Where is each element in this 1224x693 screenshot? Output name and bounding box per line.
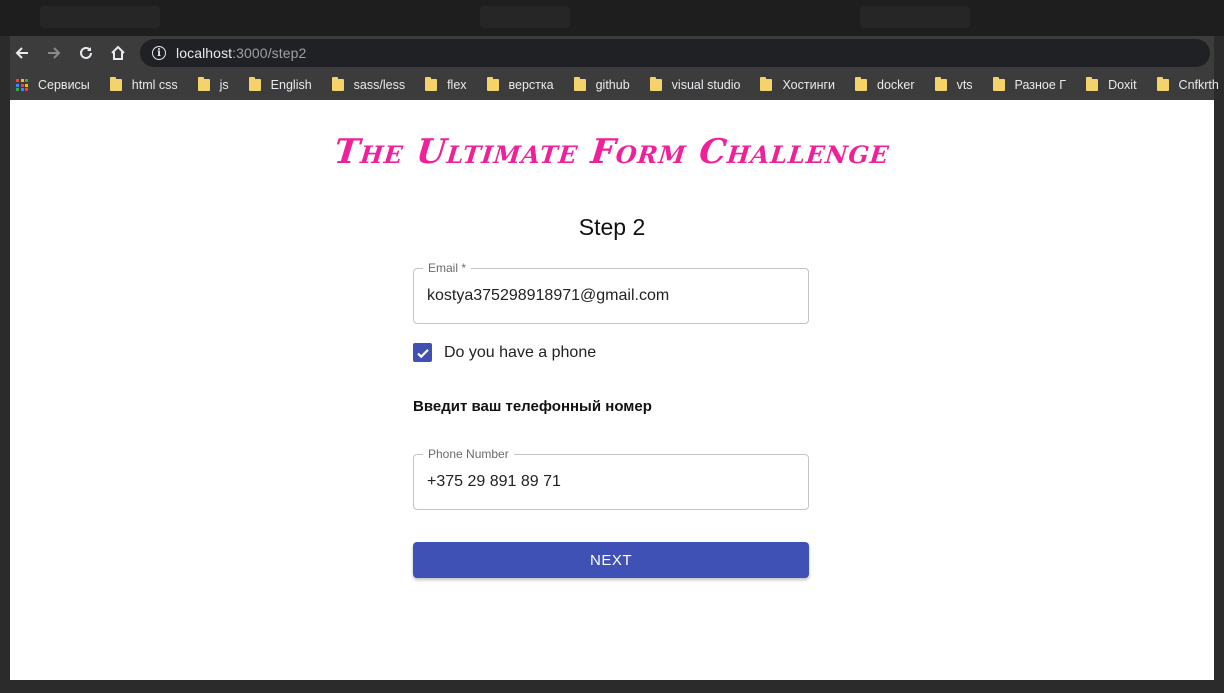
window-bottom-edge bbox=[0, 680, 1224, 693]
phone-checkbox-row[interactable]: Do you have a phone bbox=[413, 343, 596, 362]
next-button[interactable]: NEXT bbox=[413, 542, 809, 578]
folder-icon bbox=[992, 77, 1005, 91]
url-path: :3000/step2 bbox=[232, 45, 307, 61]
folder-icon bbox=[760, 77, 773, 91]
page-title: The Ultimate Form Challenge bbox=[332, 132, 892, 172]
phone-checkbox-label: Do you have a phone bbox=[444, 343, 597, 361]
bookmark-services[interactable]: Сервисы bbox=[16, 78, 90, 92]
bookmark-vts[interactable]: vts bbox=[934, 77, 973, 92]
bookmark-doxit[interactable]: Doxit bbox=[1086, 77, 1137, 92]
bookmark-label: Разное Г bbox=[1014, 78, 1067, 92]
bookmark-label: github bbox=[595, 78, 630, 92]
home-button[interactable] bbox=[106, 41, 130, 65]
bookmark-label: docker bbox=[877, 78, 915, 92]
bookmark-label: sass/less bbox=[353, 78, 406, 92]
folder-icon bbox=[649, 77, 662, 91]
arrow-left-icon bbox=[15, 47, 28, 59]
folder-icon bbox=[331, 77, 344, 91]
email-input[interactable] bbox=[427, 285, 797, 307]
phone-field: Phone Number bbox=[413, 447, 809, 510]
info-icon[interactable]: i bbox=[152, 46, 166, 60]
bookmark-verstka[interactable]: верстка bbox=[486, 77, 554, 92]
bookmark-html-css[interactable]: html css bbox=[109, 77, 178, 92]
step-title: Step 2 bbox=[578, 214, 646, 240]
folder-icon bbox=[855, 77, 868, 91]
bookmark-label: Cnfkrth bbox=[1178, 78, 1219, 92]
tab[interactable] bbox=[480, 6, 570, 28]
bookmark-label: visual studio bbox=[671, 78, 741, 92]
bookmark-misc[interactable]: Разное Г bbox=[992, 77, 1067, 92]
bookmark-visual-studio[interactable]: visual studio bbox=[649, 77, 741, 92]
bookmarks-bar: Сервисы html css js English sass/less fl… bbox=[10, 70, 1219, 100]
bookmark-label: vts bbox=[956, 78, 973, 92]
folder-icon bbox=[573, 77, 586, 91]
folder-icon bbox=[1156, 77, 1169, 91]
folder-icon bbox=[248, 77, 261, 91]
bookmark-english[interactable]: English bbox=[248, 77, 312, 92]
bookmark-docker[interactable]: docker bbox=[855, 77, 915, 92]
bookmark-cnfkrth[interactable]: Cnfkrth bbox=[1156, 77, 1219, 92]
bookmark-label: English bbox=[270, 78, 312, 92]
bookmark-label: Сервисы bbox=[38, 78, 90, 92]
apps-grid-icon bbox=[16, 79, 28, 91]
tab-strip bbox=[0, 0, 1224, 36]
tab[interactable] bbox=[860, 6, 970, 28]
bookmark-label: Doxit bbox=[1108, 78, 1137, 92]
checkmark-icon bbox=[416, 348, 429, 358]
bookmark-hostings[interactable]: Хостинги bbox=[760, 77, 836, 92]
folder-icon bbox=[109, 77, 122, 91]
url-text[interactable]: localhost:3000/step2 bbox=[176, 45, 306, 61]
page-content: The Ultimate Form Challenge Step 2 Email… bbox=[10, 100, 1214, 680]
bookmark-label: Хостинги bbox=[782, 78, 836, 92]
bookmark-github[interactable]: github bbox=[573, 77, 630, 92]
bookmark-js[interactable]: js bbox=[197, 77, 229, 92]
reload-button[interactable] bbox=[74, 41, 98, 65]
tab[interactable] bbox=[40, 6, 160, 28]
reload-icon bbox=[80, 46, 92, 59]
email-label: Email * bbox=[423, 261, 472, 275]
url-host: localhost bbox=[176, 45, 233, 61]
folder-icon bbox=[934, 77, 947, 91]
back-button[interactable] bbox=[10, 41, 34, 65]
folder-icon bbox=[425, 77, 438, 91]
email-field: Email * bbox=[413, 261, 809, 324]
phone-label: Phone Number bbox=[423, 447, 514, 461]
folder-icon bbox=[197, 77, 210, 91]
home-icon bbox=[111, 45, 125, 60]
phone-hint-text: Введит ваш телефонный номер bbox=[413, 398, 652, 415]
forward-button[interactable] bbox=[42, 41, 66, 65]
bookmark-sass-less[interactable]: sass/less bbox=[331, 77, 406, 92]
address-bar[interactable]: i localhost:3000/step2 bbox=[140, 39, 1210, 67]
folder-icon bbox=[486, 77, 499, 91]
bookmark-label: flex bbox=[447, 78, 467, 92]
arrow-right-icon bbox=[48, 47, 61, 59]
phone-checkbox[interactable] bbox=[413, 343, 432, 362]
bookmark-flex[interactable]: flex bbox=[425, 77, 467, 92]
bookmark-label: js bbox=[219, 78, 229, 92]
bookmark-label: html css bbox=[131, 78, 178, 92]
bookmark-label: верстка bbox=[508, 78, 554, 92]
browser-toolbar: i localhost:3000/step2 bbox=[10, 36, 1214, 70]
folder-icon bbox=[1086, 77, 1099, 91]
phone-input[interactable] bbox=[427, 471, 797, 493]
